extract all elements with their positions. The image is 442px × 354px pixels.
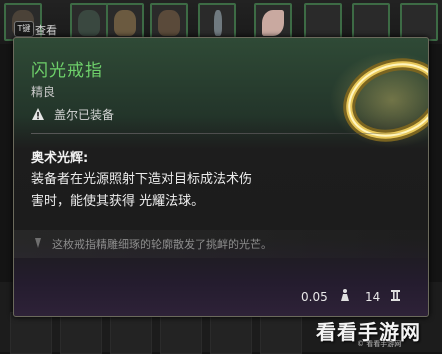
ring-item-image <box>330 52 428 148</box>
inventory-slot[interactable] <box>352 3 390 41</box>
inventory-slot[interactable] <box>150 3 188 41</box>
inventory-slot[interactable] <box>60 312 102 354</box>
item-thumbnail <box>78 10 100 36</box>
price-value: 14 <box>365 290 381 304</box>
inventory-slot[interactable] <box>110 312 152 354</box>
watermark-subtext: © 看看手游网 <box>357 340 402 348</box>
passive-desc-text: 害时，能使其获得 <box>31 194 140 209</box>
inspect-key-hint: T键 <box>14 21 34 37</box>
inventory-slot[interactable] <box>160 312 202 354</box>
weight-value: 0.05 <box>301 290 328 304</box>
item-thumbnail <box>158 10 180 36</box>
inventory-slot[interactable] <box>70 3 108 41</box>
equipped-by-text: 盖尔已装备 <box>54 108 115 122</box>
passive-description: 装备者在光源照射下造对目标成法术伤 害时，能使其获得 光耀法球。 <box>31 169 331 213</box>
item-thumbnail <box>114 10 136 36</box>
keyword-link[interactable]: 光耀法球。 <box>139 194 204 209</box>
inventory-slot[interactable] <box>260 312 302 354</box>
inventory-slot[interactable] <box>210 312 252 354</box>
passive-desc-line: 害时，能使其获得 光耀法球。 <box>31 191 331 213</box>
flavor-text: 这枚戒指精雕细琢的轮廓散发了挑衅的光芒。 <box>52 238 272 251</box>
passive-desc-line: 装备者在光源照射下造对目标成法术伤 <box>31 172 253 187</box>
weight-icon <box>341 289 349 301</box>
quote-mark-icon <box>35 238 41 248</box>
gold-coin-icon <box>391 290 400 301</box>
divider <box>31 133 411 134</box>
passive-title: 奥术光辉: <box>31 151 89 166</box>
flavor-text-row: 这枚戒指精雕细琢的轮廓散发了挑衅的光芒。 <box>14 230 428 258</box>
inventory-slot[interactable] <box>10 312 52 354</box>
item-tooltip: 闪光戒指 精良 盖尔已装备 奥术光辉: 装备者在光源照射下造对目标成法术伤 害时… <box>13 37 429 317</box>
inventory-slot[interactable] <box>254 3 292 41</box>
item-name: 闪光戒指 <box>31 61 103 81</box>
inventory-slot[interactable] <box>106 3 144 41</box>
item-thumbnail <box>262 10 284 36</box>
item-thumbnail <box>214 10 222 36</box>
item-rarity: 精良 <box>31 85 56 99</box>
inventory-slot[interactable] <box>304 3 342 41</box>
inspect-label[interactable]: 查看 <box>35 22 57 38</box>
inventory-slot[interactable] <box>400 3 438 41</box>
warning-triangle-icon <box>32 108 44 120</box>
inventory-slot[interactable] <box>198 3 236 41</box>
